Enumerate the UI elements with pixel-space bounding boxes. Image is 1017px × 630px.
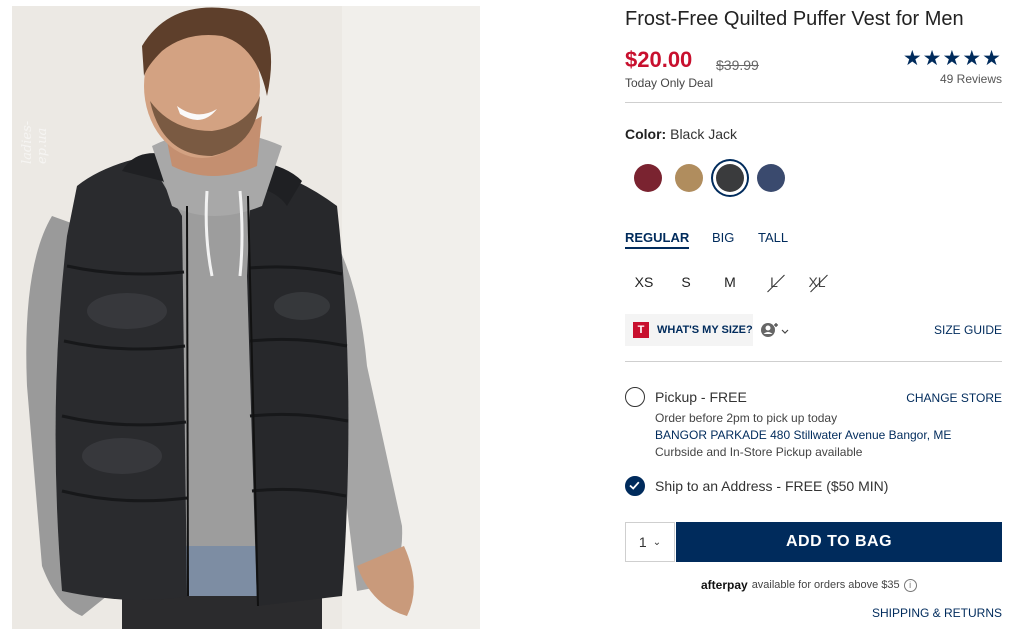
add-to-bag-button[interactable]: ADD TO BAG — [676, 522, 1002, 562]
watermark-text: ladies-ep.ua — [20, 120, 50, 164]
swatch-navy[interactable] — [757, 164, 785, 192]
size-label: XS — [634, 274, 654, 290]
whats-my-size-button[interactable]: T WHAT'S MY SIZE? — [625, 314, 753, 346]
ship-to-address-label: Ship to an Address - FREE ($50 MIN) — [655, 478, 889, 494]
product-photo[interactable]: ladies-ep.ua — [12, 6, 480, 629]
size-option-xl[interactable]: XL — [799, 274, 835, 293]
size-option-m[interactable]: M — [712, 274, 748, 290]
curbside-note: Curbside and In-Store Pickup available — [655, 445, 863, 459]
original-price: $39.99 — [716, 57, 759, 73]
change-store-link[interactable]: CHANGE STORE — [906, 391, 1002, 405]
afterpay-message: afterpay available for orders above $35 … — [701, 578, 917, 592]
info-icon[interactable]: i — [903, 578, 917, 592]
pickup-note: Order before 2pm to pick up today — [655, 411, 838, 425]
rating-stars[interactable]: ★★★★★ — [903, 46, 1002, 71]
quantity-select[interactable]: 1 ⌄ — [625, 522, 675, 562]
afterpay-text: available for orders above $35 — [751, 579, 900, 591]
product-photo-illustration — [12, 6, 480, 629]
swatch-black-jack[interactable] — [716, 164, 744, 192]
afterpay-logo: afterpay — [701, 578, 748, 592]
selected-color-name: Black Jack — [670, 126, 738, 142]
tab-regular[interactable]: REGULAR — [625, 230, 690, 249]
whats-my-size-label: WHAT'S MY SIZE? — [657, 324, 753, 336]
size-option-xs[interactable]: XS — [626, 274, 662, 290]
color-label-row: Color: Black Jack — [625, 126, 737, 142]
chevron-down-icon: ⌄ — [652, 536, 662, 548]
size-label: S — [681, 274, 691, 290]
checkmark-icon — [629, 481, 640, 490]
size-option-l[interactable]: L — [756, 274, 792, 293]
product-title: Frost-Free Quilted Puffer Vest for Men — [625, 8, 964, 30]
ship-to-address-radio[interactable] — [625, 476, 645, 496]
reviews-link[interactable]: 49 Reviews — [940, 72, 1002, 86]
sale-price: $20.00 — [625, 47, 693, 72]
size-label: M — [724, 274, 736, 290]
size-guide-link[interactable]: SIZE GUIDE — [934, 323, 1002, 337]
tab-tall[interactable]: TALL — [758, 230, 788, 245]
color-label: Color: — [625, 126, 667, 142]
quantity-value: 1 — [638, 534, 647, 550]
store-address-link[interactable]: BANGOR PARKADE 480 Stillwater Avenue Ban… — [655, 428, 951, 442]
size-option-s[interactable]: S — [668, 274, 704, 290]
true-fit-logo: T — [633, 322, 649, 338]
divider — [625, 102, 1002, 103]
watermark: ladies-ep.ua — [14, 121, 50, 224]
pickup-label: Pickup - FREE — [655, 389, 747, 405]
deal-label: Today Only Deal — [625, 76, 714, 90]
tab-big[interactable]: BIG — [712, 230, 734, 245]
pickup-radio[interactable] — [625, 387, 645, 407]
divider — [625, 361, 1002, 362]
swatch-burgundy[interactable] — [634, 164, 662, 192]
swatch-tan[interactable] — [675, 164, 703, 192]
profile-dropdown-icon[interactable] — [760, 320, 792, 340]
size-label: XL — [808, 274, 826, 290]
product-details-panel: Frost-Free Quilted Puffer Vest for Men $… — [625, 0, 1002, 630]
shipping-returns-link[interactable]: SHIPPING & RETURNS — [872, 606, 1002, 620]
